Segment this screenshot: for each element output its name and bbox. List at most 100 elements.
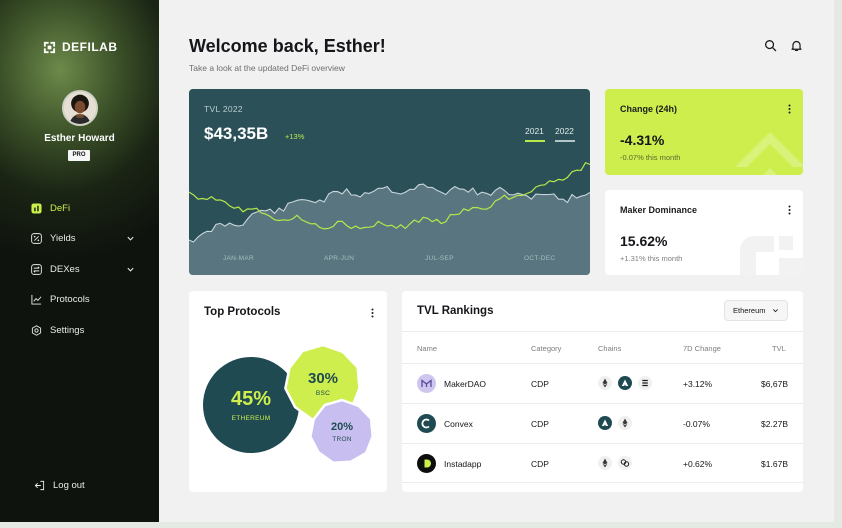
- divider: [402, 403, 803, 404]
- ethereum-icon: [598, 376, 612, 390]
- user-photo: [64, 92, 96, 124]
- protocol-tvl: $2.27B: [761, 419, 788, 429]
- bubble-pct-ethereum: 45%: [230, 388, 272, 410]
- protocol-name: Instadapp: [444, 459, 482, 469]
- defilab-logo-icon: [43, 41, 56, 53]
- convex-icon: [417, 414, 436, 433]
- bell-icon[interactable]: [790, 39, 803, 52]
- sidebar-item-label: DEXes: [50, 263, 80, 275]
- bubble-label-ethereum: ETHEREUM: [231, 415, 271, 422]
- protocol-category: CDP: [531, 379, 549, 389]
- dominance-value: 15.62%: [620, 233, 668, 249]
- chevron-down-icon: [772, 309, 778, 313]
- page-subtitle: Take a look at the updated DeFi overview: [189, 63, 345, 73]
- protocol-category: CDP: [531, 419, 549, 429]
- section-title: Top Protocols: [204, 306, 281, 318]
- instadapp-icon: [417, 454, 436, 473]
- protocol-name: MakerDAO: [444, 379, 487, 389]
- column-header-category[interactable]: Category: [531, 344, 561, 353]
- tvl-value: $43,35B: [204, 124, 269, 143]
- sidebar-item-protocols[interactable]: Protocols: [31, 285, 135, 316]
- card-decoration: [735, 132, 803, 175]
- card-decoration: [740, 236, 803, 275]
- x-tick-label: APR-JUN: [324, 255, 355, 262]
- percent-icon: [31, 233, 42, 245]
- sidebar-item-dexes[interactable]: DEXes: [31, 254, 135, 285]
- sidebar-item-defi[interactable]: DeFi: [31, 193, 135, 224]
- gear-icon: [31, 324, 42, 336]
- column-header-chains[interactable]: Chains: [598, 344, 621, 353]
- tvl-label: TVL 2022: [204, 104, 243, 114]
- change-sub: -0.07% this month: [620, 153, 681, 162]
- ethereum-icon: [618, 416, 632, 430]
- dominance-card: Maker Dominance 15.62% +1.31% this month: [605, 190, 803, 275]
- x-tick-label: JUL-SEP: [425, 255, 454, 262]
- user-name: Esther Howard: [44, 133, 115, 144]
- year-toggle-2021[interactable]: 2021: [525, 126, 544, 136]
- bubble-label-bsc: BSC: [315, 390, 331, 397]
- sidebar-item-label: Yields: [50, 233, 76, 245]
- column-header-tvl[interactable]: TVL: [772, 344, 786, 353]
- line-chart-icon: [31, 295, 42, 305]
- chevron-down-icon[interactable]: [126, 234, 135, 243]
- chain-select[interactable]: Ethereum: [724, 300, 788, 321]
- top-protocols-card: Top Protocols 45% ETHEREUM 30% BSC 20% T…: [189, 291, 387, 492]
- page-title: Welcome back, Esther!: [189, 36, 386, 56]
- protocol-name: Convex: [444, 419, 473, 429]
- protocol-tvl: $6,67B: [761, 379, 788, 389]
- tvl-delta: +13%: [285, 132, 305, 141]
- x-tick-label: OCT-DEC: [524, 255, 556, 262]
- column-header-7d-change[interactable]: 7D Change: [683, 344, 721, 353]
- change-value: -4.31%: [620, 132, 665, 148]
- dominance-sub: +1.31% this month: [620, 254, 683, 263]
- more-options-icon[interactable]: [788, 205, 791, 215]
- brand-name: DEFILAB: [62, 40, 118, 54]
- tvl-area-chart: [189, 161, 590, 275]
- sidebar-item-label: Protocols: [50, 294, 90, 306]
- x-tick-label: JAN-MAR: [223, 255, 254, 262]
- sidebar-item-label: Settings: [50, 324, 85, 336]
- chain-select-value: Ethereum: [733, 306, 766, 315]
- seven-day-change: +0.62%: [683, 459, 713, 469]
- section-title: TVL Rankings: [417, 305, 494, 317]
- column-header-name[interactable]: Name: [417, 344, 437, 353]
- tvl-chart-card: TVL 2022 $43,35B +13% 2021 2022 JAN-MAR …: [189, 89, 590, 275]
- app-frame: DEFILAB Esther Howard PRO DeFi Yields DE…: [0, 0, 834, 522]
- bubble-label-tron: TRON: [332, 436, 352, 443]
- divider: [402, 443, 803, 444]
- avalanche-icon: [618, 376, 632, 390]
- sidebar-item-settings[interactable]: Settings: [31, 315, 135, 346]
- avatar[interactable]: [62, 90, 98, 126]
- makerdao-icon: [417, 374, 436, 393]
- solana-icon: [638, 376, 652, 390]
- sidebar-item-label: DeFi: [50, 202, 71, 214]
- change-card: Change (24h) -4.31% -0.07% this month: [605, 89, 803, 175]
- legend-line-2021: [525, 140, 545, 142]
- search-icon[interactable]: [764, 39, 777, 52]
- ethereum-icon: [598, 456, 612, 470]
- sidebar: DEFILAB Esther Howard PRO DeFi Yields DE…: [0, 0, 159, 522]
- divider: [402, 331, 803, 332]
- year-toggle-2022[interactable]: 2022: [555, 126, 574, 136]
- logout-icon: [34, 480, 45, 491]
- chevron-down-icon[interactable]: [126, 265, 135, 274]
- more-options-icon[interactable]: [788, 104, 791, 114]
- bubble-pct-bsc: 30%: [307, 370, 339, 387]
- logout-button[interactable]: Log out: [34, 480, 85, 491]
- divider: [402, 482, 803, 483]
- more-options-icon[interactable]: [371, 308, 374, 318]
- exchange-icon: [31, 263, 42, 275]
- bubble-pct-tron: 20%: [330, 421, 354, 433]
- divider: [402, 363, 803, 364]
- dominance-title: Maker Dominance: [620, 205, 698, 215]
- brand-logo[interactable]: DEFILAB: [43, 40, 118, 54]
- logout-label: Log out: [53, 480, 85, 491]
- link-icon: [618, 456, 632, 470]
- legend-line-2022: [555, 140, 575, 142]
- avalanche-icon: [598, 416, 612, 430]
- change-title: Change (24h): [620, 104, 678, 114]
- sidebar-item-yields[interactable]: Yields: [31, 224, 135, 255]
- protocol-tvl: $1.67B: [761, 459, 788, 469]
- seven-day-change: -0.07%: [683, 419, 710, 429]
- sidebar-nav: DeFi Yields DEXes Protocols Settings: [31, 193, 135, 346]
